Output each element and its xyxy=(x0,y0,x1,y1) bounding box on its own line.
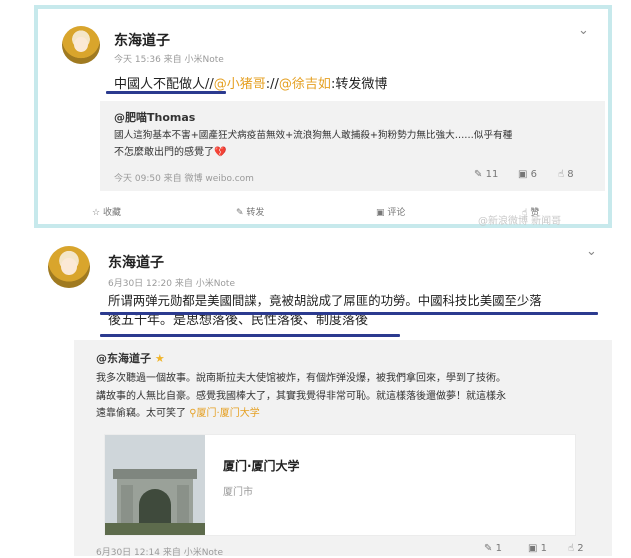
quoted-like-count[interactable]: ☝ 8 xyxy=(558,169,574,180)
avatar[interactable] xyxy=(48,246,90,288)
author-name[interactable]: 东海道子 xyxy=(114,30,170,50)
forward-icon: ✎ xyxy=(474,169,483,180)
quoted-text-line: 遠靠偷竊。太可笑了 xyxy=(96,408,186,419)
quoted-text-line: 我多次聽過一個故事。說南斯拉夫大使馆被炸，有個炸弹没爆，被我們拿回來，學到了技術… xyxy=(96,373,506,384)
quoted-forward-count[interactable]: ✎ 11 xyxy=(474,169,498,180)
underline-mark xyxy=(100,334,400,337)
post-text-line: 所谓两弹元勋都是美國間諜，竟被胡說成了屌匪的功勞。中國科技比美國至少落 xyxy=(108,293,542,308)
quoted-text: 我多次聽過一個故事。說南斯拉夫大使馆被炸，有個炸弹没爆，被我們拿回來，學到了技術… xyxy=(96,370,606,423)
quoted-post[interactable]: @肥喵Thomas 國人這狗基本不害+國產狂犬病疫苗無效+流浪狗無人敢捕殺+狗粉… xyxy=(100,101,605,191)
post-text: 中國人不配做人//@小猪哥://@徐吉如:转发微博 xyxy=(114,73,387,92)
location-subtitle: 厦门市 xyxy=(223,487,253,498)
quoted-like-count[interactable]: ☝ 2 xyxy=(568,543,584,554)
mention-link[interactable]: @徐吉如 xyxy=(279,77,331,92)
broken-heart-icon: 💔 xyxy=(214,147,227,158)
chevron-down-icon[interactable]: ⌄ xyxy=(578,23,589,38)
star-icon: ☆ xyxy=(92,208,101,218)
gate-image-icon xyxy=(105,435,205,535)
thumbs-up-icon: ☝ xyxy=(568,543,575,554)
location-title: 厦门·厦门大学 xyxy=(223,459,300,473)
post-meta: 6月30日 12:20 来自 小米Note xyxy=(108,279,236,289)
location-card[interactable]: 厦门·厦门大学 厦门市 xyxy=(104,434,576,536)
quoted-text: 國人這狗基本不害+國產狂犬病疫苗無效+流浪狗無人敢捕殺+狗粉勢力無比強大……似乎… xyxy=(114,127,602,161)
quoted-comment-count[interactable]: ▣ 1 xyxy=(528,543,547,554)
avatar[interactable] xyxy=(62,26,100,64)
separator: :// xyxy=(265,77,279,92)
forward-icon: ✎ xyxy=(484,543,493,554)
forward-icon: ✎ xyxy=(236,208,244,218)
quoted-text-line: 不怎麼敢出門的感覺了 xyxy=(114,147,214,158)
forward-button[interactable]: ✎ 转发 xyxy=(236,205,264,218)
quoted-forward-count[interactable]: ✎ 1 xyxy=(484,543,502,554)
chevron-down-icon[interactable]: ⌄ xyxy=(586,244,597,259)
mention-link[interactable]: @小猪哥 xyxy=(214,77,266,92)
author-name[interactable]: 东海道子 xyxy=(108,252,164,272)
quoted-text-line: 講故事的人無比自豪。感覺我國棒大了，其實我覺得非常可恥。就這樣落後還做夢！就這樣… xyxy=(96,390,506,402)
quoted-author[interactable]: @肥喵Thomas xyxy=(114,109,195,125)
post-meta: 今天 15:36 来自 小米Note xyxy=(114,55,224,65)
weibo-card-2: 东海道子 6月30日 12:20 来自 小米Note ⌄ 所谓两弹元勋都是美國間… xyxy=(34,236,612,558)
underline-mark xyxy=(106,91,226,94)
quoted-post[interactable]: @东海道子 ★ 我多次聽過一個故事。說南斯拉夫大使馆被炸，有個炸弹没爆，被我們拿… xyxy=(74,340,612,558)
watermark: @新浪微博 新闻哥 xyxy=(478,216,562,227)
location-link[interactable]: ⚲厦门·厦门大学 xyxy=(189,408,260,419)
weibo-card-1: 东海道子 今天 15:36 来自 小米Note ⌄ 中國人不配做人//@小猪哥:… xyxy=(34,5,612,228)
quoted-comment-count[interactable]: ▣ 6 xyxy=(518,169,537,180)
verified-badge-icon: ★ xyxy=(154,352,165,365)
quoted-text-line: 國人這狗基本不害+國產狂犬病疫苗無效+流浪狗無人敢捕殺+狗粉勢力無比強大……似乎… xyxy=(114,130,513,141)
comment-icon: ▣ xyxy=(376,208,385,218)
post-text: 所谓两弹元勋都是美國間諜，竟被胡說成了屌匪的功勞。中國科技比美國至少落 後五千年… xyxy=(108,291,608,331)
comment-icon: ▣ xyxy=(518,169,528,180)
post-text-prefix: 中國人不配做人// xyxy=(114,77,214,92)
underline-mark xyxy=(100,312,598,315)
quoted-meta: 6月30日 12:14 来自 小米Note xyxy=(96,548,224,558)
location-pin-icon: ⚲ xyxy=(189,408,197,419)
location-thumbnail xyxy=(105,435,205,535)
thumbs-up-icon: ☝ xyxy=(558,169,565,180)
collect-button[interactable]: ☆ 收藏 xyxy=(92,205,121,218)
quoted-meta: 今天 09:50 来自 微博 weibo.com xyxy=(114,174,254,184)
comment-button[interactable]: ▣ 评论 xyxy=(376,205,405,218)
quoted-author[interactable]: @东海道子 ★ xyxy=(96,350,165,366)
post-text-suffix: :转发微博 xyxy=(330,77,388,92)
comment-icon: ▣ xyxy=(528,543,538,554)
